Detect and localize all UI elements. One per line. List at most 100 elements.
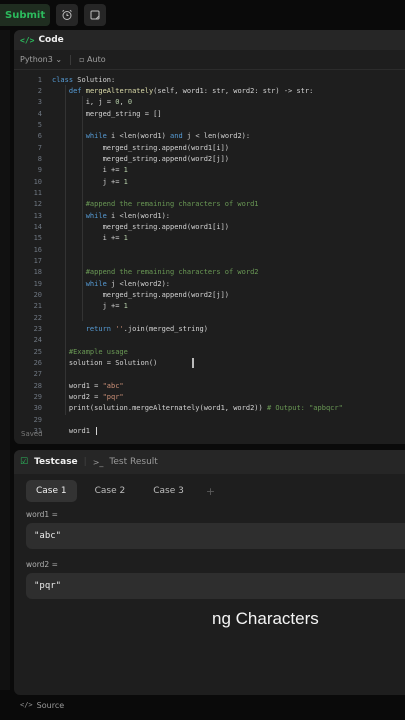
line-text: solution = Solution(): [52, 358, 158, 367]
line-text: while i <len(word1):: [85, 211, 171, 220]
code-line[interactable]: 17: [14, 255, 405, 266]
text-caret: [96, 426, 98, 435]
code-line[interactable]: 29 word2 = "pqr": [14, 391, 405, 402]
code-line[interactable]: 28 word1 = "abc": [14, 380, 405, 391]
source-label: Source: [36, 700, 65, 710]
code-line[interactable]: 25 #Example usage: [14, 346, 405, 357]
code-line[interactable]: 14 merged_string.append(word1[i]): [14, 221, 405, 232]
line-number: 7: [37, 143, 42, 152]
lock-icon: ▫: [79, 55, 85, 64]
code-line[interactable]: 6 while i <len(word1) and j < len(word2)…: [14, 131, 405, 142]
case-tab-2[interactable]: Case 2: [85, 480, 136, 502]
code-line[interactable]: 10 j += 1: [14, 176, 405, 187]
code-line[interactable]: 26 solution = Solution(): [14, 357, 405, 368]
line-text: #append the remaining characters of word…: [85, 268, 259, 277]
add-case-button[interactable]: +: [202, 485, 215, 498]
line-number: 23: [33, 324, 42, 333]
line-number: 29: [33, 392, 42, 401]
code-line[interactable]: 22: [14, 312, 405, 323]
code-line[interactable]: 20 merged_string.append(word2[j]): [14, 289, 405, 300]
word1-input[interactable]: "abc": [26, 523, 405, 549]
case-tabs: Case 1 Case 2 Case 3 +: [26, 480, 215, 502]
code-line[interactable]: 1 class Solution:: [14, 74, 405, 85]
code-line[interactable]: 2 def mergeAlternately(self, word1: str,…: [14, 85, 405, 96]
line-text: merged_string = []: [52, 109, 162, 118]
case-tab-1[interactable]: Case 1: [26, 480, 77, 502]
line-text: j += 1: [52, 177, 128, 186]
line-number: 24: [33, 336, 42, 345]
line-number: 14: [33, 222, 42, 231]
alarm-clock-icon[interactable]: [56, 4, 79, 26]
line-number: 28: [33, 381, 42, 390]
submit-button[interactable]: Submit: [0, 4, 51, 26]
line-text: i += 1: [52, 166, 128, 175]
code-line[interactable]: 15 i += 1: [14, 233, 405, 244]
line-number: 27: [33, 370, 42, 379]
line-number: 13: [33, 211, 42, 220]
code-line[interactable]: 4 merged_string = []: [14, 108, 405, 119]
code-line[interactable]: 31 word1: [14, 425, 405, 436]
line-text: word2 = "pqr": [52, 392, 124, 401]
line-number: 19: [33, 279, 42, 288]
line-text: class Solution:: [52, 75, 116, 84]
line-number: 15: [33, 234, 42, 243]
source-bar[interactable]: </> Source: [14, 695, 405, 715]
line-number: 12: [33, 200, 42, 209]
line-number: 3: [37, 98, 42, 107]
code-panel-header: </> Code: [14, 30, 405, 50]
auto-mode-toggle[interactable]: ▫ Auto: [79, 55, 106, 64]
line-number: 30: [33, 404, 42, 413]
line-text: word1 = "abc": [52, 381, 124, 390]
line-text: while j <len(word2):: [85, 279, 171, 288]
code-line[interactable]: 5: [14, 119, 405, 130]
code-line[interactable]: 24: [14, 335, 405, 346]
code-line[interactable]: 9 i += 1: [14, 165, 405, 176]
code-line[interactable]: 23 return ''.join(merged_string): [14, 323, 405, 334]
code-line[interactable]: 8 merged_string.append(word2[j]): [14, 153, 405, 164]
code-line[interactable]: 29: [14, 414, 405, 425]
code-line[interactable]: 21 j += 1: [14, 301, 405, 312]
line-text: def mergeAlternately(self, word1: str, w…: [68, 86, 314, 95]
code-line[interactable]: 18 #append the remaining characters of w…: [14, 267, 405, 278]
case-tab-3[interactable]: Case 3: [143, 480, 194, 502]
line-number: 29: [33, 415, 42, 424]
line-text: merged_string.append(word1[i]): [52, 143, 230, 152]
line-number: 6: [37, 132, 42, 141]
line-number: 9: [37, 166, 42, 175]
code-line[interactable]: 30 print(solution.mergeAlternately(word1…: [14, 403, 405, 414]
save-status: Saved: [21, 430, 43, 438]
line-text: #Example usage: [68, 347, 128, 356]
code-line[interactable]: 11: [14, 187, 405, 198]
line-number: 5: [37, 120, 42, 129]
left-sidebar-strip: [0, 30, 10, 690]
code-area[interactable]: 1 class Solution: 2 def mergeAlternately(s…: [14, 74, 405, 437]
divider: |: [83, 457, 87, 467]
code-line[interactable]: 13 while i <len(word1):: [14, 210, 405, 221]
terminal-icon: >_: [92, 457, 104, 467]
code-line[interactable]: 7 merged_string.append(word1[i]): [14, 142, 405, 153]
testcase-panel: ☑ Testcase | >_ Test Result Case 1 Case …: [14, 450, 405, 695]
line-number: 4: [37, 109, 42, 118]
code-line[interactable]: 19 while j <len(word2):: [14, 278, 405, 289]
line-number: 2: [37, 86, 42, 95]
tab-testcase[interactable]: Testcase: [34, 457, 78, 467]
testcase-header: ☑ Testcase | >_ Test Result: [14, 450, 405, 474]
code-line[interactable]: 27: [14, 369, 405, 380]
line-number: 18: [33, 268, 42, 277]
code-line[interactable]: 3 i, j = 0, 0: [14, 97, 405, 108]
code-icon: </>: [20, 701, 33, 709]
code-line[interactable]: 16: [14, 244, 405, 255]
tab-test-result[interactable]: Test Result: [109, 457, 157, 467]
language-select[interactable]: Python3 ⌄: [20, 55, 62, 64]
code-line[interactable]: 12 #append the remaining characters of w…: [14, 199, 405, 210]
text-cursor-icon: [192, 358, 194, 368]
note-icon[interactable]: [84, 4, 107, 26]
line-number: 20: [33, 290, 42, 299]
divider: [70, 54, 72, 65]
line-text: return ''.join(merged_string): [85, 324, 208, 333]
line-number: 25: [33, 347, 42, 356]
line-number: 17: [33, 256, 42, 265]
word2-input[interactable]: "pqr": [26, 573, 405, 599]
video-caption: ng Characters: [212, 609, 319, 628]
line-text: i, j = 0, 0: [52, 98, 133, 107]
